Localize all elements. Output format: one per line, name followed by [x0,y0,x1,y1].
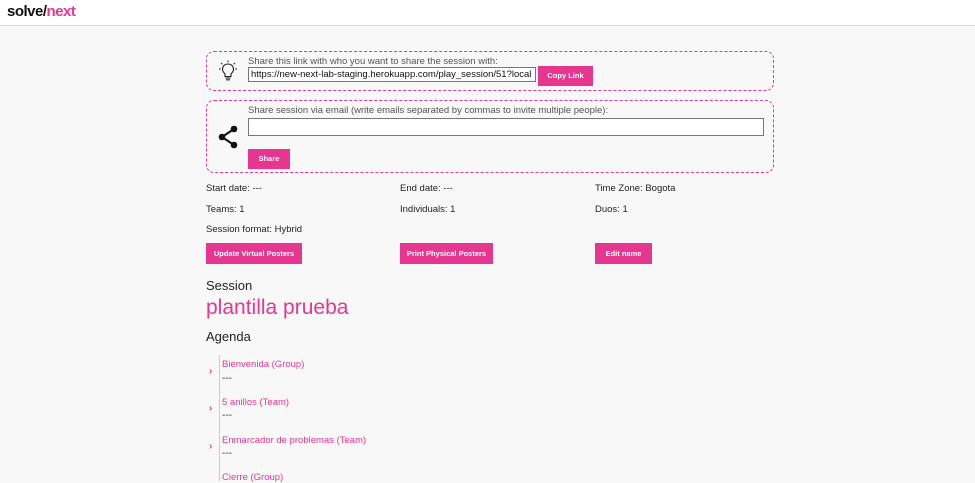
session-name: plantilla prueba [206,296,349,319]
start-date: Start date: --- [206,183,262,194]
agenda-item-title[interactable]: Enmarcador de problemas (Team) [222,435,366,446]
copy-link-button[interactable]: Copy Link [538,66,593,86]
lightbulb-icon [219,60,237,81]
agenda-item-title[interactable]: Bienvenida (Group) [222,359,304,370]
print-physical-posters-button[interactable]: Print Physical Posters [400,243,493,264]
share-link-input[interactable]: https://new-next-lab-staging.herokuapp.c… [248,67,536,82]
share-email-input[interactable] [248,118,764,136]
agenda-item-detail: --- [222,373,232,384]
share-icon [218,125,238,149]
share-link-panel: Share this link with who you want to sha… [206,51,774,91]
logo-text-right: next [46,3,76,20]
end-date: End date: --- [400,183,453,194]
session-heading: Session [206,278,253,293]
share-email-panel: Share session via email (write emails se… [206,100,774,173]
update-virtual-posters-button[interactable]: Update Virtual Posters [206,243,302,264]
chevron-right-icon[interactable]: › [209,441,212,452]
time-zone: Time Zone: Bogota [595,183,676,194]
chevron-right-icon[interactable]: › [209,366,212,377]
agenda-heading: Agenda [206,329,251,344]
agenda-item-detail: --- [222,448,232,459]
logo-text-left: solve/ [7,3,47,20]
duos-count: Duos: 1 [595,204,628,215]
edit-name-button[interactable]: Edit name [595,243,652,264]
session-format: Session format: Hybrid [206,224,303,235]
share-email-label: Share session via email (write emails se… [248,105,609,116]
agenda-timeline [219,355,220,481]
share-button[interactable]: Share [248,149,290,169]
individuals-count: Individuals: 1 [400,204,456,215]
agenda-item-title[interactable]: 5 anillos (Team) [222,397,289,408]
share-link-label: Share this link with who you want to sha… [248,56,498,67]
app-logo[interactable]: solve/next [7,3,76,20]
agenda-item-title[interactable]: Cierre (Group) [222,472,283,483]
teams-count: Teams: 1 [206,204,245,215]
agenda-item-detail: --- [222,410,232,421]
chevron-right-icon[interactable]: › [209,403,212,414]
top-bar: solve/next [0,0,975,26]
